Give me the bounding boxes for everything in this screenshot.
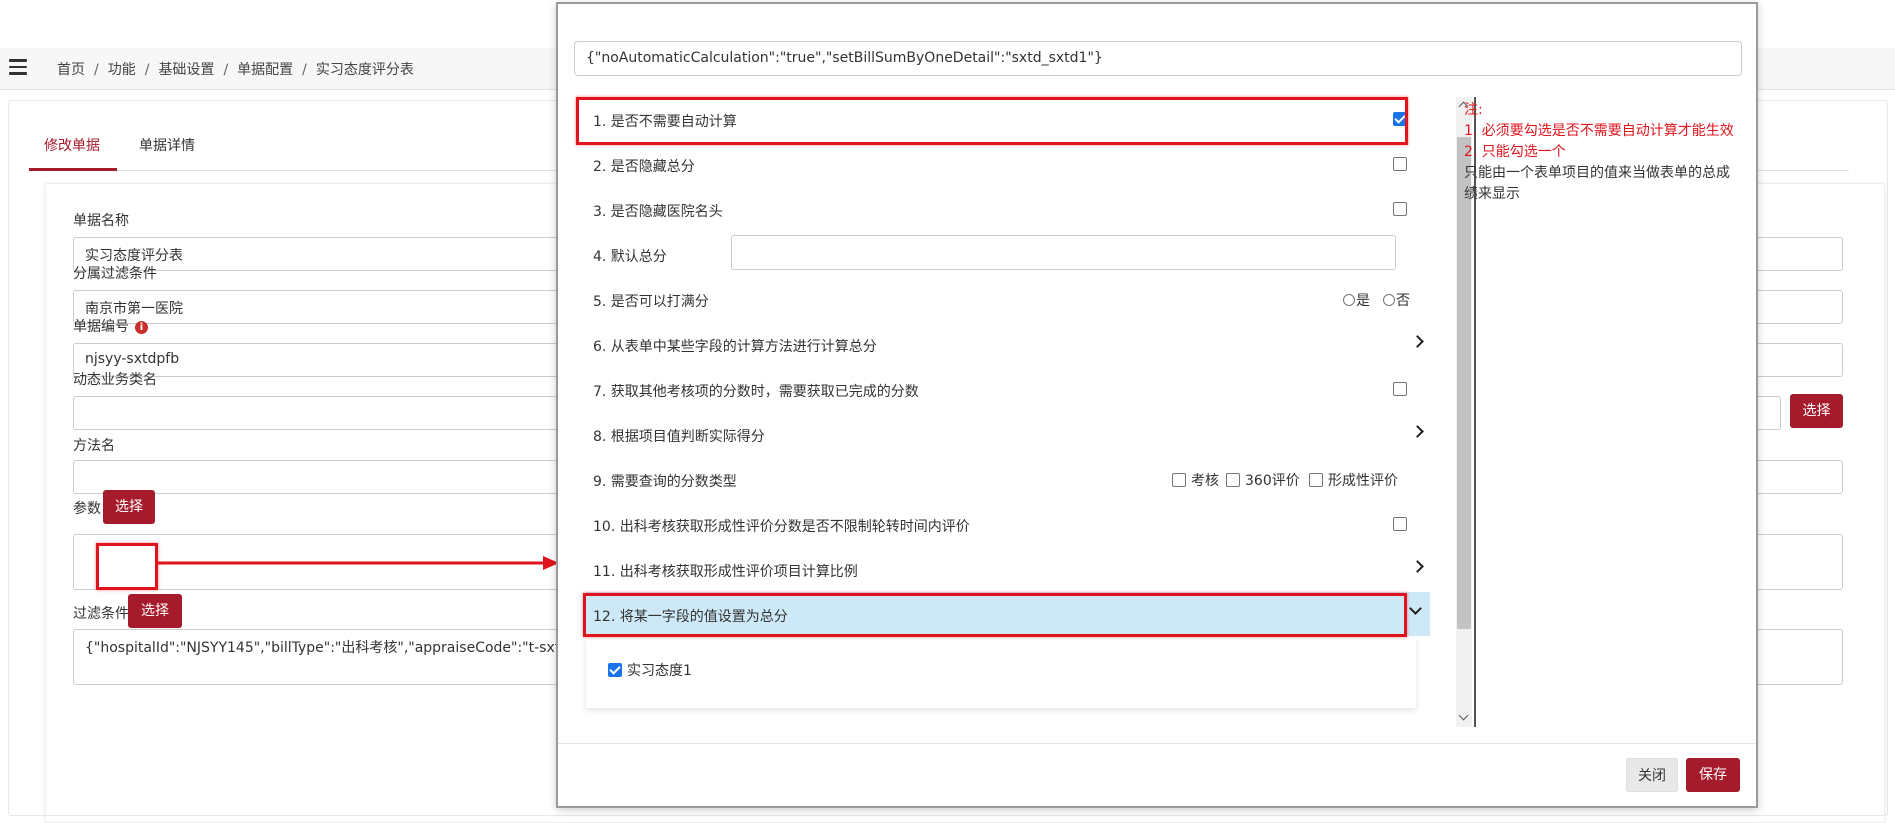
option-checkbox-7[interactable]	[1393, 382, 1407, 396]
scroll-down-arrow-icon[interactable]	[1458, 710, 1469, 721]
option-row-5: 5. 是否可以打满分 是 否	[586, 277, 1430, 321]
filter-label: 分属过滤条件	[73, 266, 157, 282]
breadcrumb-item-current: 实习态度评分表	[315, 62, 414, 78]
option-checkbox-10[interactable]	[1393, 517, 1407, 531]
notes-line-3: 只能由一个表单项目的值来当做表单的总成绩来显示	[1464, 165, 1730, 202]
notes-panel: 注: 1. 必须要勾选是否不需要自动计算才能生效 2. 只能勾选一个 只能由一个…	[1464, 100, 1739, 205]
close-button[interactable]: 关闭	[1626, 758, 1678, 792]
score-type-360-label: 360评价	[1245, 473, 1300, 489]
option-checkbox-2[interactable]	[1393, 157, 1407, 171]
full-score-yes-radio[interactable]: 是	[1343, 290, 1370, 310]
radio-yes-label: 是	[1356, 293, 1370, 309]
full-score-no-radio[interactable]: 否	[1383, 290, 1410, 310]
option-row-10[interactable]: 10. 出科考核获取形成性评价分数是否不限制轮转时间内评价	[586, 502, 1430, 546]
option-row-8[interactable]: 8. 根据项目值判断实际得分	[586, 412, 1430, 456]
option-label-10: 10. 出科考核获取形成性评价分数是否不限制轮转时间内评价	[593, 519, 970, 535]
checkbox-appraise[interactable]	[1172, 473, 1186, 487]
field-option-sxtd1[interactable]: 实习态度1	[608, 660, 692, 680]
save-button[interactable]: 保存	[1686, 758, 1740, 792]
option-row-11[interactable]: 11. 出科考核获取形成性评价项目计算比例	[586, 547, 1430, 591]
radio-no-label: 否	[1396, 293, 1410, 309]
method-label: 方法名	[73, 438, 115, 454]
bill-code-label: 单据编号 i	[73, 316, 148, 336]
bill-name-label: 单据名称	[73, 213, 129, 229]
option-label-2: 2. 是否隐藏总分	[593, 159, 695, 175]
option-label-5: 5. 是否可以打满分	[593, 294, 709, 310]
notes-line-1: 1. 必须要勾选是否不需要自动计算才能生效	[1464, 123, 1734, 139]
score-type-appraise[interactable]: 考核	[1172, 470, 1219, 490]
radio-yes-icon[interactable]	[1343, 294, 1355, 306]
option-row-4: 4. 默认总分	[586, 232, 1430, 276]
chevron-right-icon[interactable]	[1411, 560, 1424, 573]
modal-footer-divider	[558, 743, 1756, 744]
info-icon[interactable]: i	[135, 321, 148, 334]
checkbox-360[interactable]	[1226, 473, 1240, 487]
option-label-6: 6. 从表单中某些字段的计算方法进行计算总分	[593, 339, 877, 355]
field-select-panel: 实习态度1	[586, 638, 1416, 708]
option-label-11: 11. 出科考核获取形成性评价项目计算比例	[593, 564, 858, 580]
option-label-7: 7. 获取其他考核项的分数时，需要获取已完成的分数	[593, 384, 919, 400]
breadcrumb-item-function[interactable]: 功能	[108, 62, 136, 78]
tab-edit-bill[interactable]: 修改单据	[29, 135, 117, 171]
option-row-9: 9. 需要查询的分数类型 考核 360评价 形成性评价	[586, 457, 1430, 501]
default-total-score-input[interactable]	[731, 235, 1396, 270]
score-type-formative[interactable]: 形成性评价	[1309, 470, 1398, 490]
option-row-2[interactable]: 2. 是否隐藏总分	[586, 142, 1430, 186]
filter-condition-select-button[interactable]: 选择	[128, 594, 182, 628]
checkbox-formative[interactable]	[1309, 473, 1323, 487]
score-type-formative-label: 形成性评价	[1328, 473, 1398, 489]
option-label-4: 4. 默认总分	[593, 249, 667, 265]
filter-condition-label: 过滤条件	[73, 606, 129, 622]
breadcrumb-item-basic-settings[interactable]: 基础设置	[158, 62, 214, 78]
annotation-highlight-row-12	[583, 593, 1407, 637]
chevron-right-icon[interactable]	[1411, 425, 1424, 438]
params-json-input[interactable]: {"noAutomaticCalculation":"true","setBil…	[574, 41, 1742, 76]
param-label: 参数	[73, 501, 101, 517]
annotation-highlight-row-1	[576, 97, 1408, 145]
dynamic-class-label: 动态业务类名	[73, 372, 157, 388]
annotation-highlight-param-button	[96, 543, 158, 590]
field-option-checkbox[interactable]	[608, 663, 622, 677]
tab-bill-detail[interactable]: 单据详情	[139, 135, 195, 171]
option-label-3: 3. 是否隐藏医院名头	[593, 204, 723, 220]
bill-code-label-text: 单据编号	[73, 319, 129, 335]
hamburger-menu-icon[interactable]	[9, 59, 27, 75]
option-row-7[interactable]: 7. 获取其他考核项的分数时，需要获取已完成的分数	[586, 367, 1430, 411]
option-label-9: 9. 需要查询的分数类型	[593, 474, 737, 490]
notes-line-2: 2. 只能勾选一个	[1464, 144, 1566, 160]
scroll-thumb[interactable]	[1457, 137, 1471, 629]
score-type-360[interactable]: 360评价	[1226, 470, 1300, 490]
annotation-arrow	[155, 556, 559, 570]
option-row-3[interactable]: 3. 是否隐藏医院名头	[586, 187, 1430, 231]
notes-title: 注:	[1464, 102, 1483, 118]
breadcrumb-item-home[interactable]: 首页	[57, 62, 85, 78]
option-label-8: 8. 根据项目值判断实际得分	[593, 429, 765, 445]
dynamic-class-select-button[interactable]: 选择	[1790, 394, 1843, 428]
option-row-6[interactable]: 6. 从表单中某些字段的计算方法进行计算总分	[586, 322, 1430, 366]
breadcrumb: 首页 / 功能 / 基础设置 / 单据配置 / 实习态度评分表	[57, 62, 414, 78]
chevron-down-icon[interactable]	[1409, 602, 1422, 615]
option-checkbox-3[interactable]	[1393, 202, 1407, 216]
breadcrumb-item-bill-config[interactable]: 单据配置	[237, 62, 293, 78]
param-select-button[interactable]: 选择	[103, 490, 155, 524]
score-type-appraise-label: 考核	[1191, 473, 1219, 489]
chevron-right-icon[interactable]	[1411, 335, 1424, 348]
radio-no-icon[interactable]	[1383, 294, 1395, 306]
field-option-label: 实习态度1	[627, 663, 692, 679]
